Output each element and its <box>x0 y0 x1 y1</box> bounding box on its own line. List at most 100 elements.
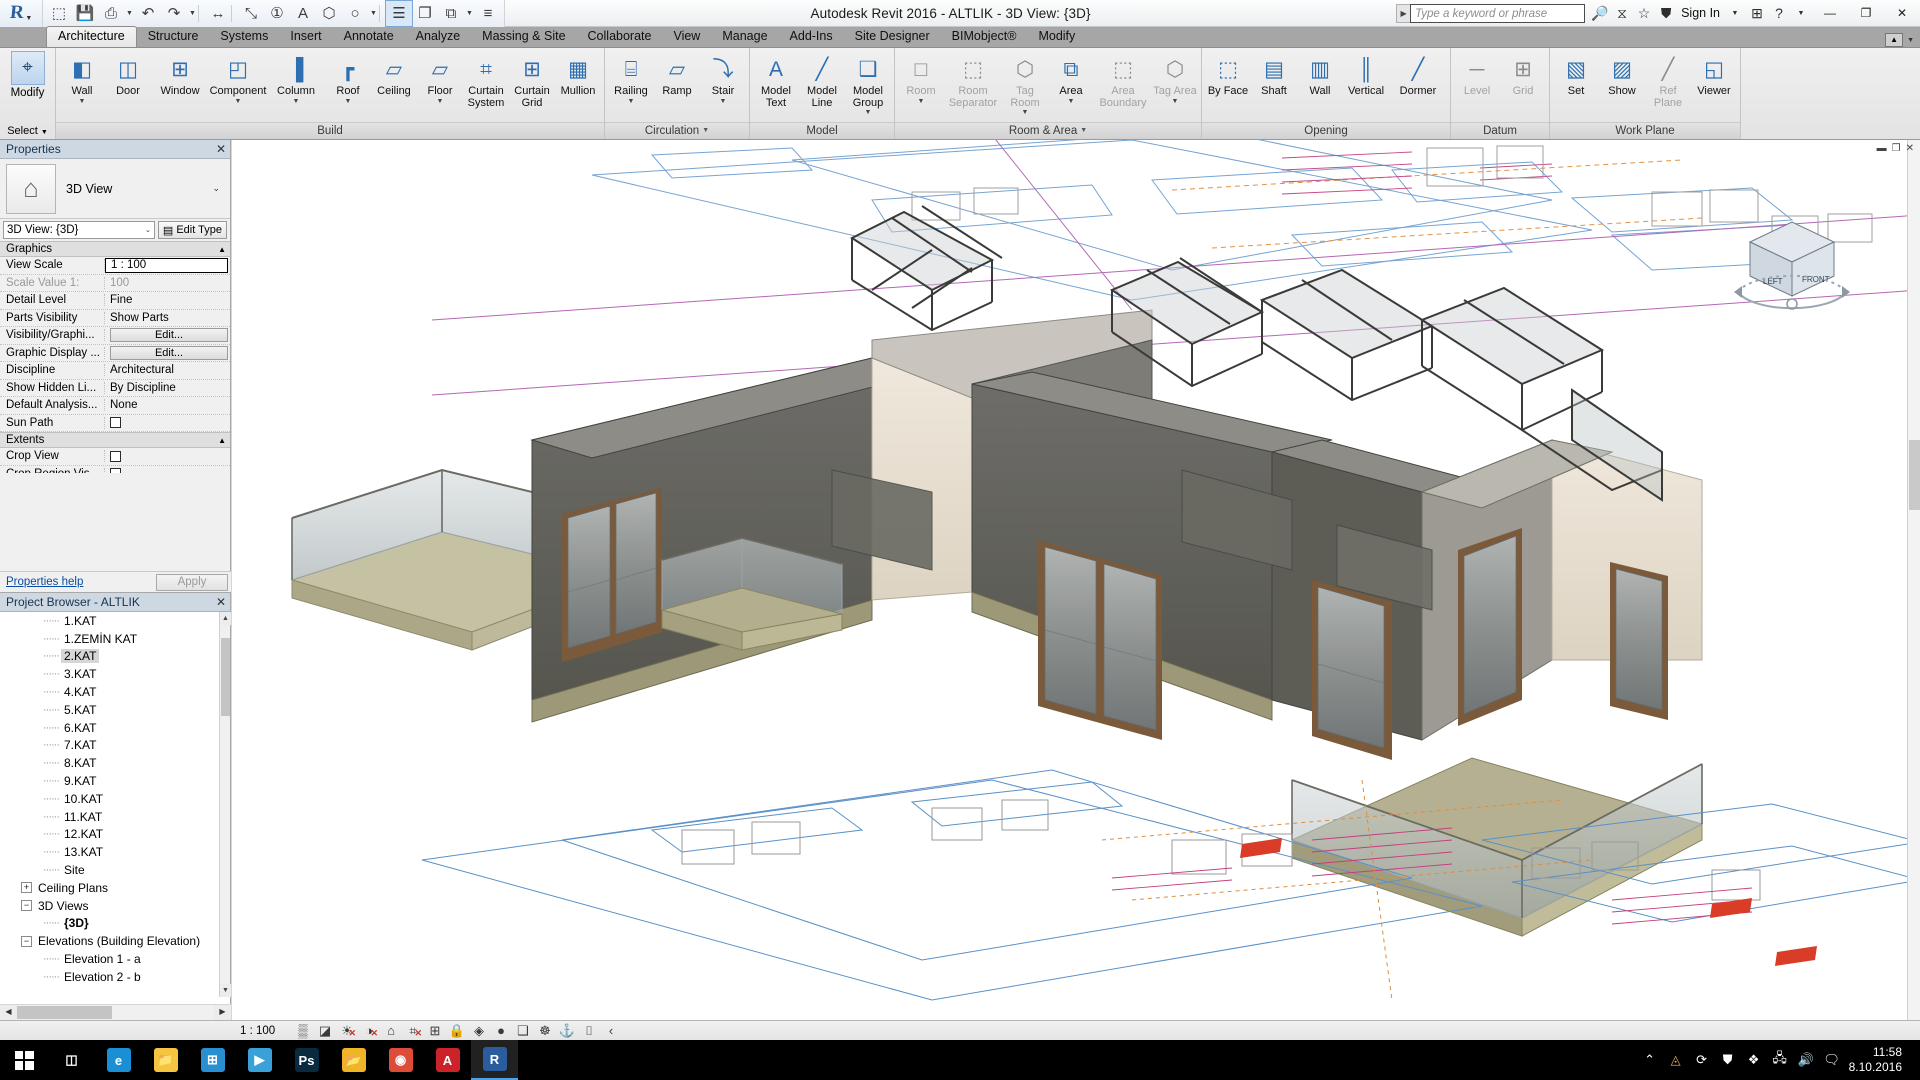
subscription-icon[interactable]: ⧖ <box>1611 2 1633 24</box>
application-menu-button[interactable]: R ▼ <box>0 0 42 27</box>
analytical-model-icon[interactable]: ☸ <box>534 1022 556 1040</box>
properties-instance-select[interactable]: 3D View: {3D} ⌄ <box>3 221 155 239</box>
chevron-down-icon[interactable]: ▼ <box>235 98 242 105</box>
tool-by-face[interactable]: ⬚ By Face <box>1205 52 1251 99</box>
help-chevron-icon[interactable]: ▼ <box>1790 2 1812 24</box>
tool-level[interactable]: ─ Level <box>1454 52 1500 99</box>
expand-icon[interactable]: + <box>21 882 32 894</box>
tree-node-label[interactable]: Ceiling Plans <box>35 881 111 895</box>
property-row[interactable]: Graphic Display ... Edit... <box>0 345 230 362</box>
viewport-close-icon[interactable]: ✕ <box>1906 143 1914 154</box>
crop-view-off-icon[interactable]: ⌗ ✕ <box>402 1022 424 1040</box>
project-browser-vertical-scrollbar[interactable]: ▲ ▼ <box>219 612 231 997</box>
taskbar-clock[interactable]: 11:58 8.10.2016 <box>1845 1045 1910 1075</box>
property-row[interactable]: Scale Value 1: 100 <box>0 275 230 292</box>
property-row[interactable]: Show Hidden Li... By Discipline <box>0 380 230 397</box>
tree-node-label[interactable]: 4.KAT <box>61 685 99 699</box>
tray-up-arrow-icon[interactable]: ⌃ <box>1637 1040 1663 1080</box>
tree-node-label[interactable]: 6.KAT <box>61 721 99 735</box>
tree-node-label[interactable]: Elevations (Building Elevation) <box>35 934 203 948</box>
volume-icon[interactable]: 🔊 <box>1793 1040 1819 1080</box>
tree-node[interactable]: ······ 8.KAT <box>0 754 219 772</box>
property-value[interactable]: None <box>105 399 230 411</box>
property-value[interactable]: Edit... <box>105 328 230 343</box>
start-button[interactable] <box>0 1040 48 1080</box>
tray-sync-icon[interactable]: ⟳ <box>1689 1040 1715 1080</box>
property-value[interactable]: By Discipline <box>105 382 230 394</box>
property-row[interactable]: Sun Path <box>0 415 230 432</box>
tree-node[interactable]: ······ Elevation 2 - b <box>0 968 219 986</box>
checkbox[interactable] <box>110 450 121 462</box>
apply-button[interactable]: Apply <box>156 573 228 591</box>
close-icon[interactable]: ✕ <box>216 142 226 156</box>
property-value[interactable] <box>105 450 230 462</box>
network-icon[interactable]: 🖧 <box>1767 1040 1793 1080</box>
3d-viewport[interactable]: ▬ ❐ ✕ LEFT FRONT <box>232 140 1920 1020</box>
chevron-down-icon[interactable]: ▼ <box>628 98 635 105</box>
tool-floor[interactable]: ▱ Floor ▼ <box>417 52 463 106</box>
close-icon[interactable]: ✕ <box>216 595 226 609</box>
tree-node[interactable]: ······ 5.KAT <box>0 701 219 719</box>
tab-add-ins[interactable]: Add-Ins <box>779 26 844 47</box>
scroll-thumb[interactable] <box>1909 440 1920 510</box>
tool-room[interactable]: □ Room ▼ <box>898 52 944 106</box>
tree-node[interactable]: ······ Elevation 1 - a <box>0 950 219 968</box>
tree-node[interactable]: ······ 7.KAT <box>0 737 219 755</box>
viewport-restore-icon[interactable]: ❐ <box>1892 143 1901 154</box>
chevron-down-icon[interactable]: ▼ <box>464 1 475 26</box>
temporary-view-properties-icon[interactable]: ❑ <box>512 1022 534 1040</box>
tree-node[interactable]: ······ 6.KAT <box>0 719 219 737</box>
tool-grid[interactable]: ⊞ Grid <box>1500 52 1546 99</box>
view-scale-label[interactable]: 1 : 100 <box>240 1025 292 1037</box>
tool-vertical[interactable]: ║ Vertical <box>1343 52 1389 99</box>
properties-section-graphics[interactable]: Graphics ▲ <box>0 241 230 257</box>
tree-node[interactable]: ······ 13.KAT <box>0 843 219 861</box>
collapse-icon[interactable]: − <box>21 935 32 947</box>
tree-node[interactable]: ······ 1.ZEMİN KAT <box>0 630 219 648</box>
tab-modify[interactable]: Modify <box>1027 26 1086 47</box>
tree-node-label[interactable]: 10.KAT <box>61 792 106 806</box>
detail-level-icon[interactable]: ▒ <box>292 1022 314 1040</box>
tree-node[interactable]: −3D Views <box>0 897 219 915</box>
tab-systems[interactable]: Systems <box>209 26 279 47</box>
ribbon-minimize-icon[interactable]: ▲ <box>1885 33 1904 47</box>
tree-node-label[interactable]: 13.KAT <box>61 845 106 859</box>
tree-node[interactable]: ······ 2.KAT <box>0 648 219 666</box>
minimize-button[interactable]: — <box>1812 0 1848 26</box>
tree-node-label[interactable]: 12.KAT <box>61 827 106 841</box>
tree-node-label[interactable]: 1.KAT <box>61 614 99 628</box>
tree-node-label[interactable]: Elevation 1 - a <box>61 952 144 966</box>
tab-manage[interactable]: Manage <box>711 26 778 47</box>
properties-help-link[interactable]: Properties help <box>6 576 83 588</box>
checkbox[interactable] <box>110 417 121 429</box>
file-explorer-icon[interactable]: 📁 <box>142 1040 189 1080</box>
edge-icon[interactable]: e <box>95 1040 142 1080</box>
ribbon-options-chevron-icon[interactable]: ▼ <box>1907 37 1914 44</box>
tree-node[interactable]: ······ 4.KAT <box>0 683 219 701</box>
chevron-down-icon[interactable]: ▼ <box>41 129 48 136</box>
help-icon[interactable]: ? <box>1768 2 1790 24</box>
property-value[interactable]: 100 <box>105 277 230 289</box>
tab-architecture[interactable]: Architecture <box>46 26 137 47</box>
default-3d-view-icon[interactable]: ⬡ <box>316 1 342 26</box>
properties-section-extents[interactable]: Extents ▲ <box>0 432 230 448</box>
tree-node-label[interactable]: 11.KAT <box>61 810 105 824</box>
tree-node-label[interactable]: 8.KAT <box>61 756 99 770</box>
properties-type-preview[interactable]: ⌂ 3D View ⌄ <box>0 159 230 219</box>
chevron-down-icon[interactable]: ▼ <box>187 1 198 26</box>
tree-node-label[interactable]: 2.KAT <box>60 649 100 664</box>
favorites-star-icon[interactable]: ☆ <box>1633 2 1655 24</box>
tool-ref-plane[interactable]: ╱ Ref Plane <box>1645 52 1691 110</box>
taskview-icon[interactable]: ◫ <box>48 1040 95 1080</box>
tab-site-designer[interactable]: Site Designer <box>844 26 941 47</box>
revit-icon[interactable]: R <box>471 1040 518 1080</box>
tool-mullion[interactable]: ▦ Mullion <box>555 52 601 99</box>
show-crop-region-icon[interactable]: ⊞ <box>424 1022 446 1040</box>
tool-dormer[interactable]: ╱ Dormer <box>1389 52 1447 99</box>
chevron-down-icon[interactable]: ▼ <box>437 98 444 105</box>
property-row[interactable]: Crop Region Vis... <box>0 466 230 473</box>
tree-node[interactable]: ······ 1.KAT <box>0 612 219 630</box>
scroll-up-icon[interactable]: ▲ <box>220 612 231 625</box>
tree-node-label[interactable]: 3D Views <box>35 899 91 913</box>
property-row[interactable]: Parts Visibility Show Parts <box>0 310 230 327</box>
